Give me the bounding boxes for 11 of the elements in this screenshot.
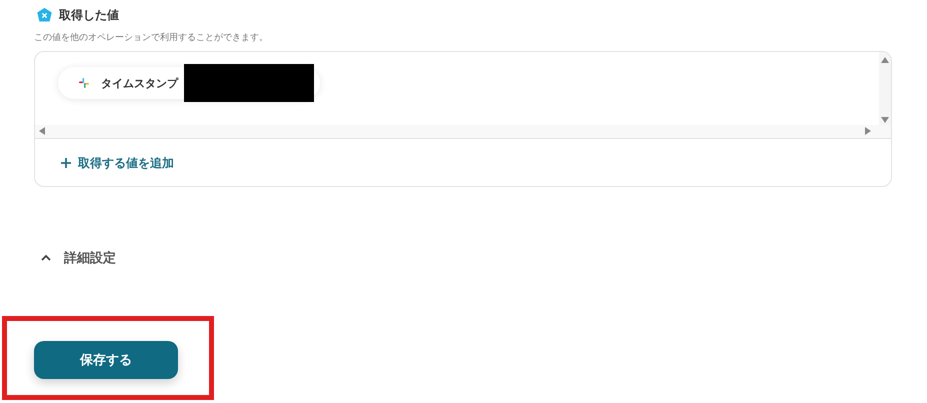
plus-icon [60, 157, 72, 169]
advanced-settings-toggle[interactable]: 詳細設定 [40, 249, 116, 267]
add-value-link[interactable]: 取得する値を追加 [60, 154, 174, 172]
hexagon-x-icon [36, 7, 53, 24]
save-button[interactable]: 保存する [34, 341, 178, 379]
section-title: 取得した値 [59, 7, 119, 24]
horizontal-scrollbar[interactable] [35, 125, 891, 138]
value-chip[interactable]: タイムスタンプ [58, 67, 320, 99]
vertical-scrollbar[interactable] [879, 52, 891, 125]
slack-icon [78, 77, 90, 89]
section-description: この値を他のオペレーションで利用することができます。 [34, 32, 269, 44]
